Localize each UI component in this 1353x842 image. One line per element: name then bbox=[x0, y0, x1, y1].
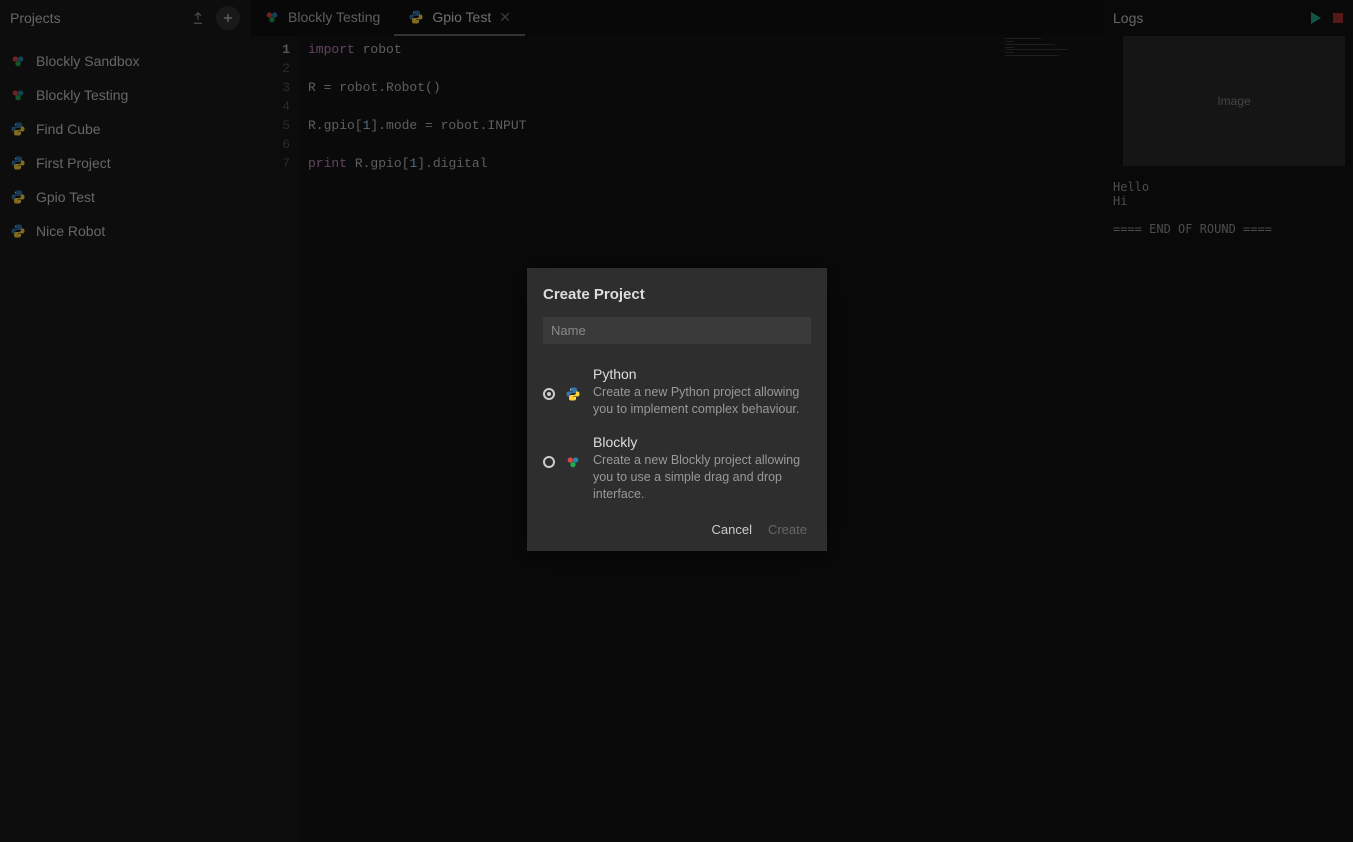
create-project-dialog: Create Project Python Create a new Python… bbox=[527, 268, 827, 551]
project-type-option-python[interactable]: Python Create a new Python project allowi… bbox=[527, 358, 827, 426]
dialog-title: Create Project bbox=[527, 286, 827, 317]
radio-blockly[interactable] bbox=[543, 456, 555, 468]
create-button[interactable]: Create bbox=[768, 522, 807, 537]
cancel-button[interactable]: Cancel bbox=[712, 522, 752, 537]
option-description: Create a new Python project allowing you… bbox=[593, 384, 811, 418]
project-type-option-blockly[interactable]: Blockly Create a new Blockly project allo… bbox=[527, 426, 827, 511]
option-title: Blockly bbox=[593, 434, 811, 450]
option-title: Python bbox=[593, 366, 811, 382]
option-description: Create a new Blockly project allowing yo… bbox=[593, 452, 811, 503]
radio-python[interactable] bbox=[543, 388, 555, 400]
python-icon bbox=[565, 386, 583, 402]
blockly-icon bbox=[565, 454, 583, 470]
project-name-input[interactable] bbox=[543, 317, 811, 344]
